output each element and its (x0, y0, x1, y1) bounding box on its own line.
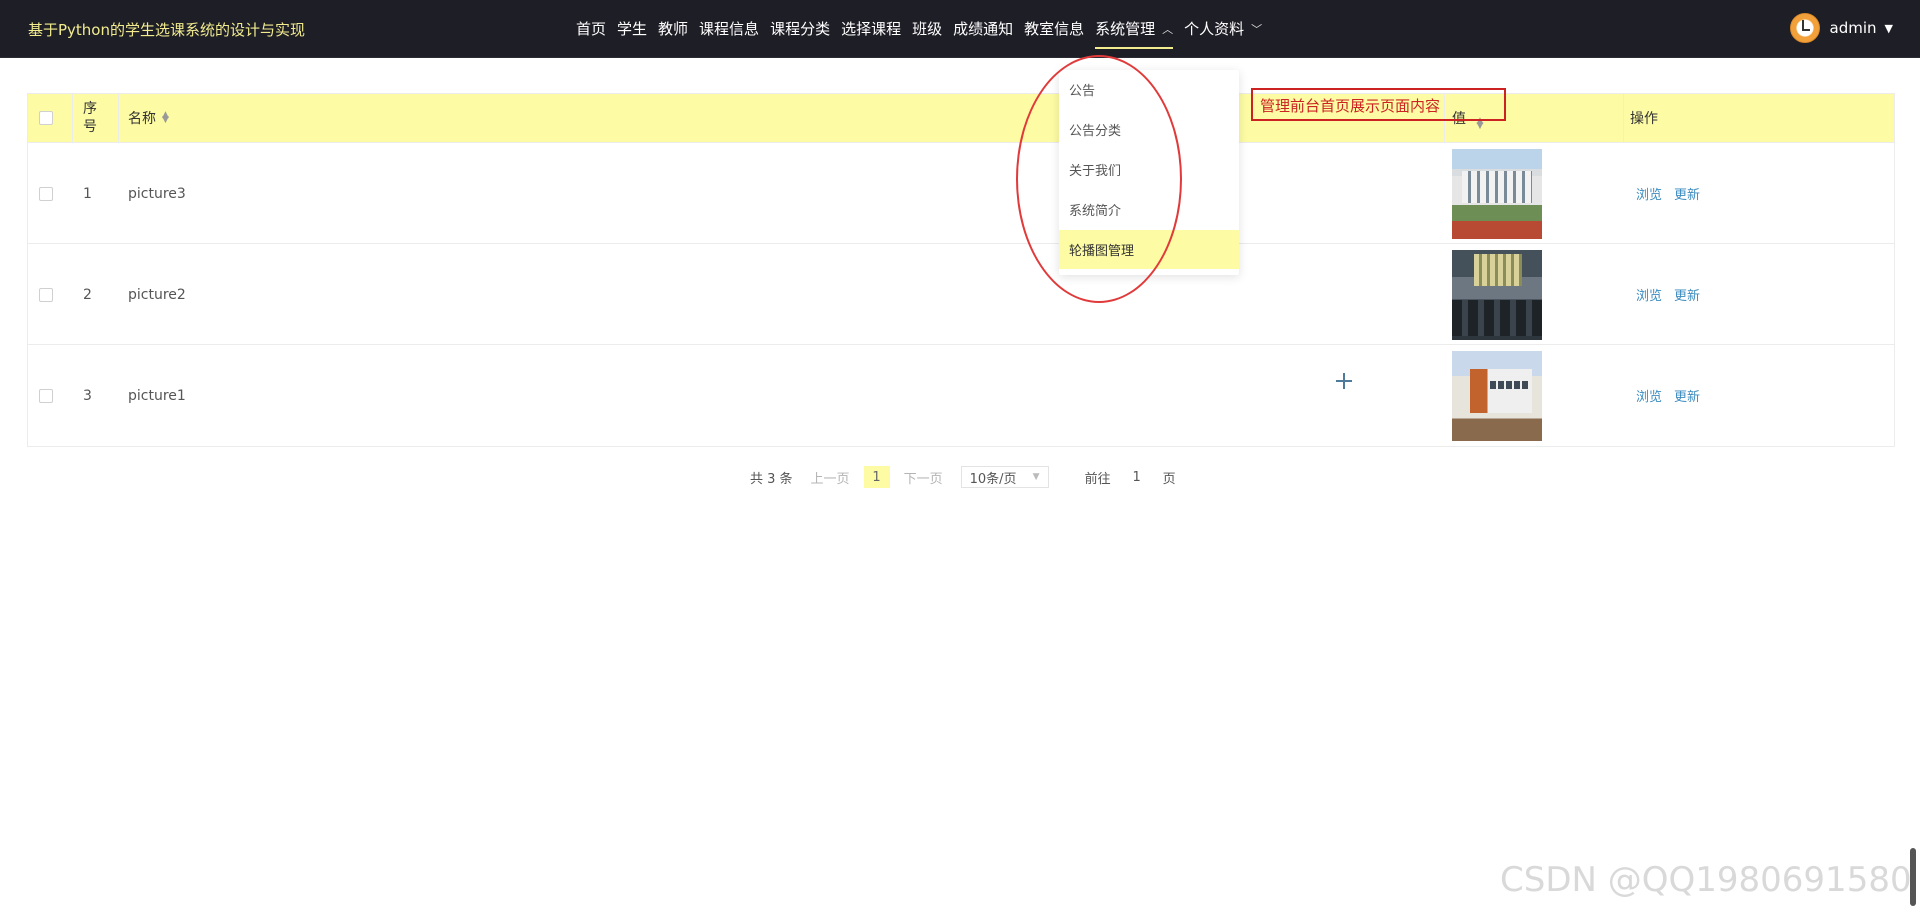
table-row: 3 picture1 浏览 更新 (28, 344, 1894, 446)
menu-item-carousel-management[interactable]: 轮播图管理 (1059, 230, 1239, 269)
nav-teachers[interactable]: 教师 (658, 0, 688, 57)
row-seq: 1 (83, 185, 92, 202)
annotation-text: 管理前台首页展示页面内容 (1260, 97, 1441, 115)
header-name: 名称 (128, 111, 156, 127)
table-header: 序号 名称 ▲ ▼ 操作 (28, 94, 1894, 142)
row-thumbnail[interactable] (1452, 148, 1542, 239)
row-checkbox[interactable] (39, 388, 53, 403)
nav-system-management[interactable]: 系统管理 ︿ (1095, 0, 1174, 57)
goto-page-input[interactable]: 1 (1117, 466, 1157, 488)
nav-home[interactable]: 首页 (576, 0, 606, 57)
nav-classroom-info[interactable]: 教室信息 (1024, 0, 1084, 57)
top-nav-bar: 基于Python的学生选课系统的设计与实现 首页 学生 教师 课程信息 课程分类… (0, 0, 1920, 58)
next-page-button[interactable]: 下一页 (904, 468, 943, 487)
header-actions: 操作 (1630, 111, 1658, 127)
header-seq: 序号 (83, 101, 97, 135)
carousel-table: 序号 名称 ▲ ▼ 操作 1 picture3 浏览 更新 2 picture2 … (27, 93, 1895, 447)
row-name: picture1 (128, 387, 186, 404)
page-size-value: 10条/页 (969, 471, 1017, 487)
row-seq: 2 (83, 286, 92, 303)
menu-item-about-us[interactable]: 关于我们 (1059, 150, 1239, 189)
select-all-checkbox-cell (39, 94, 53, 142)
menu-item-announcement-category[interactable]: 公告分类 (1059, 110, 1239, 149)
nav-course-category[interactable]: 课程分类 (770, 0, 830, 57)
row-checkbox-cell (39, 345, 53, 446)
chevron-down-icon: ﹀ (1251, 22, 1263, 36)
sort-icon[interactable]: ▲ ▼ (162, 111, 169, 125)
goto-prefix: 前往 (1084, 471, 1111, 487)
row-name: picture3 (128, 185, 186, 202)
menu-item-announcement[interactable]: 公告 (1059, 70, 1239, 109)
nav-course-info[interactable]: 课程信息 (699, 0, 759, 57)
row-thumbnail-cell (1452, 345, 1542, 446)
chevron-down-icon: ▼ (1032, 472, 1040, 482)
annotation-box: 管理前台首页展示页面内容 (1251, 88, 1506, 121)
nav-profile-label: 个人资料 (1184, 20, 1245, 38)
row-checkbox[interactable] (39, 287, 53, 302)
page-number-current[interactable]: 1 (863, 466, 890, 488)
menu-item-system-intro[interactable]: 系统简介 (1059, 190, 1239, 229)
nav-students[interactable]: 学生 (617, 0, 647, 57)
nav-select-course[interactable]: 选择课程 (841, 0, 901, 57)
caret-down-icon: ▼ (1884, 21, 1893, 35)
select-all-checkbox[interactable] (39, 111, 53, 125)
row-thumbnail-cell (1452, 143, 1542, 244)
watermark-text: CSDN @QQ1980691580 (1500, 860, 1912, 900)
nav-system-management-label: 系统管理 (1095, 20, 1156, 38)
header-name-wrap[interactable]: 名称 ▲ ▼ (128, 94, 169, 142)
chevron-up-icon: ︿ (1162, 22, 1174, 36)
pagination: 共 3 条 上一页 1 下一页 10条/页 ▼ 前往 1 页 (750, 462, 1194, 492)
avatar[interactable] (1789, 13, 1820, 43)
row-checkbox-cell (39, 143, 53, 244)
row-actions: 浏览 更新 (1636, 244, 1712, 345)
table-row: 2 picture2 浏览 更新 (28, 243, 1894, 345)
main-nav: 首页 学生 教师 课程信息 课程分类 选择课程 班级 成绩通知 教室信息 系统管… (576, 0, 1273, 57)
user-menu[interactable]: admin ▼ (1789, 13, 1893, 43)
pagination-total: 共 3 条 (750, 471, 793, 487)
row-thumbnail-cell (1452, 244, 1542, 345)
nav-class[interactable]: 班级 (912, 0, 942, 57)
scrollbar-thumb[interactable] (1910, 848, 1916, 906)
row-thumbnail[interactable] (1452, 350, 1542, 441)
row-name: picture2 (128, 286, 186, 303)
row-thumbnail[interactable] (1452, 249, 1542, 340)
page-size-select[interactable]: 10条/页 ▼ (960, 466, 1049, 488)
row-checkbox[interactable] (39, 186, 53, 201)
nav-grade-notice[interactable]: 成绩通知 (953, 0, 1013, 57)
goto-suffix: 页 (1162, 471, 1176, 487)
crosshair-cursor-icon (1336, 373, 1352, 389)
update-button[interactable]: 更新 (1674, 184, 1700, 203)
app-title: 基于Python的学生选课系统的设计与实现 (28, 21, 305, 39)
update-button[interactable]: 更新 (1674, 386, 1700, 405)
system-management-dropdown: 公告 公告分类 关于我们 系统简介 轮播图管理 (1059, 70, 1239, 275)
table-row: 1 picture3 浏览 更新 (28, 142, 1894, 244)
row-actions: 浏览 更新 (1636, 143, 1712, 244)
row-actions: 浏览 更新 (1636, 345, 1712, 446)
prev-page-button[interactable]: 上一页 (811, 468, 850, 487)
nav-profile[interactable]: 个人资料 ﹀ (1184, 0, 1262, 57)
row-checkbox-cell (39, 244, 53, 345)
update-button[interactable]: 更新 (1674, 285, 1700, 304)
row-seq: 3 (83, 387, 92, 404)
view-button[interactable]: 浏览 (1636, 285, 1662, 304)
user-name: admin (1829, 19, 1877, 37)
view-button[interactable]: 浏览 (1636, 386, 1662, 405)
view-button[interactable]: 浏览 (1636, 184, 1662, 203)
